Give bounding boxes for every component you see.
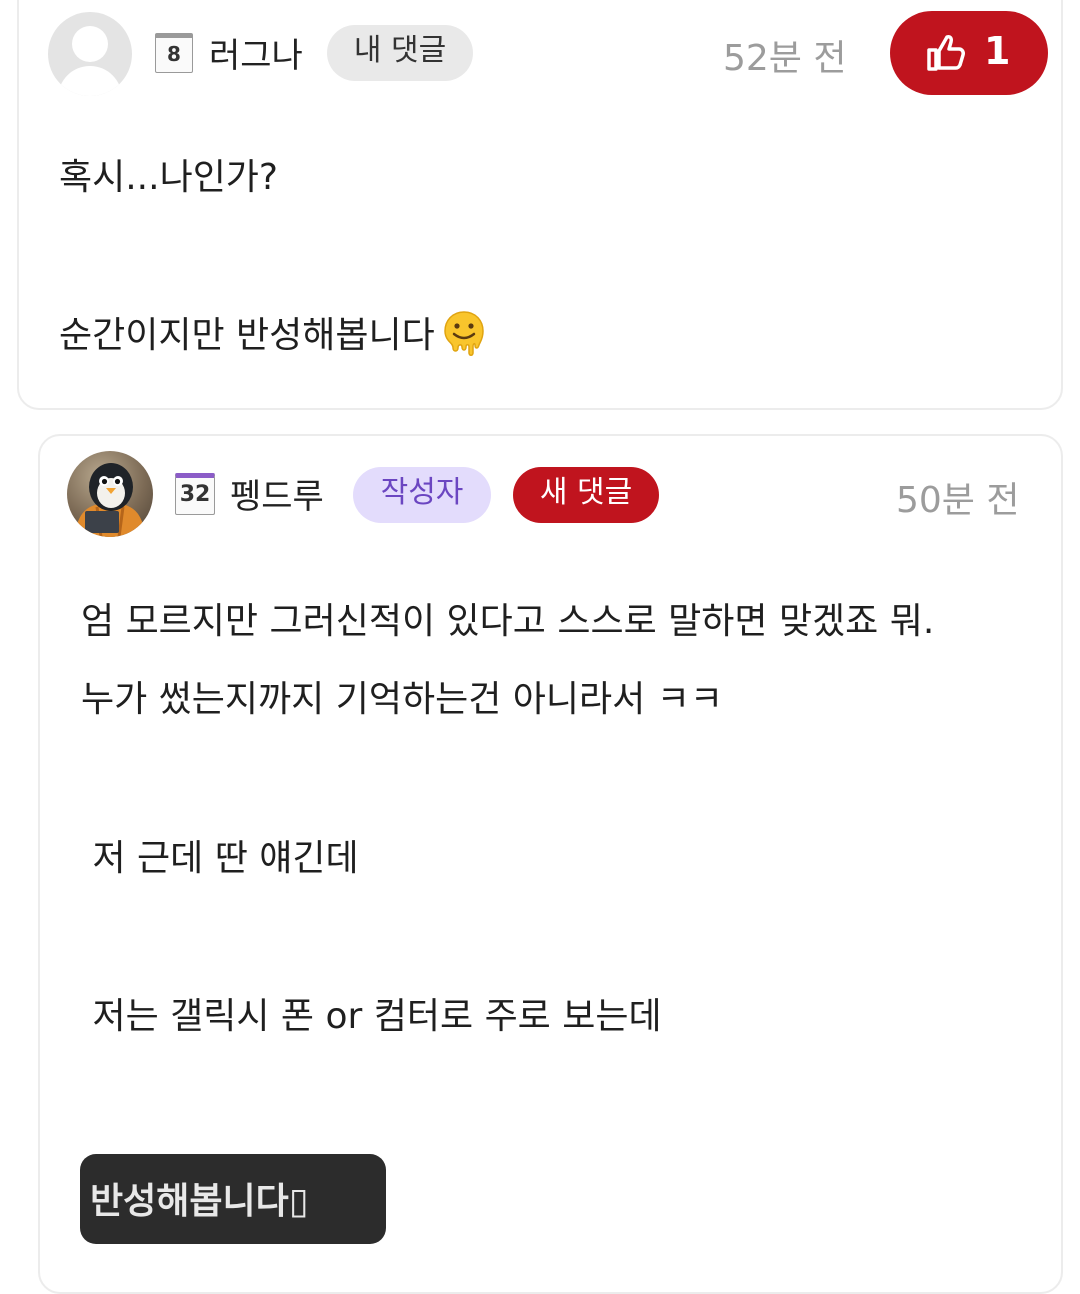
comment-text-line: 저 근데 딴 얘긴데 — [81, 838, 359, 879]
comment-time: 50분 전 — [896, 480, 1020, 521]
comment-text: 순간이지만 반성해봅니다 — [59, 315, 435, 356]
comment-card: 32 펭드루 작성자 새 댓글 50분 전 엄 모르지만 그러신적이 있다고 스… — [38, 434, 1063, 1294]
default-avatar-icon[interactable] — [48, 12, 132, 96]
comment-text-line: 혹시...나인가? — [59, 157, 279, 198]
comment-text-line-with-emoji: 순간이지만 반성해봅니다 — [59, 306, 486, 358]
comment-text-line: 저는 갤릭시 폰 or 컴터로 주로 보는데 — [81, 996, 662, 1037]
comment-text-line: 누가 썼는지까지 기억하는건 아니라서 ㅋㅋ — [81, 679, 723, 720]
comment-text-line: 엄 모르지만 그러신적이 있다고 스스로 말하면 맞겠죠 뭐. — [81, 601, 935, 642]
embedded-image-text: 반성해봅니다▯ — [90, 1181, 309, 1222]
new-comment-badge: 새 댓글 — [513, 467, 659, 523]
nickname[interactable]: 러그나 — [209, 28, 303, 77]
comment-time: 52분 전 — [723, 38, 847, 79]
melting-face-emoji-icon — [444, 311, 484, 356]
comment-card: 8 러그나 내 댓글 52분 전 1 혹시...나인가? 순간이지만 반성해봅니… — [17, 0, 1063, 410]
penguin-avatar-illustration — [75, 463, 145, 537]
level-badge: 8 — [155, 33, 193, 73]
embedded-image[interactable]: 반성해봅니다▯ — [80, 1154, 386, 1244]
like-button[interactable]: 1 — [890, 11, 1048, 95]
penguin-avatar-icon[interactable] — [67, 451, 153, 537]
nickname[interactable]: 펭드루 — [230, 469, 324, 518]
like-count: 1 — [984, 29, 1011, 73]
level-badge: 32 — [175, 473, 215, 515]
thumbs-up-icon — [927, 35, 965, 71]
my-comment-badge: 내 댓글 — [327, 25, 473, 81]
author-badge: 작성자 — [353, 467, 491, 523]
